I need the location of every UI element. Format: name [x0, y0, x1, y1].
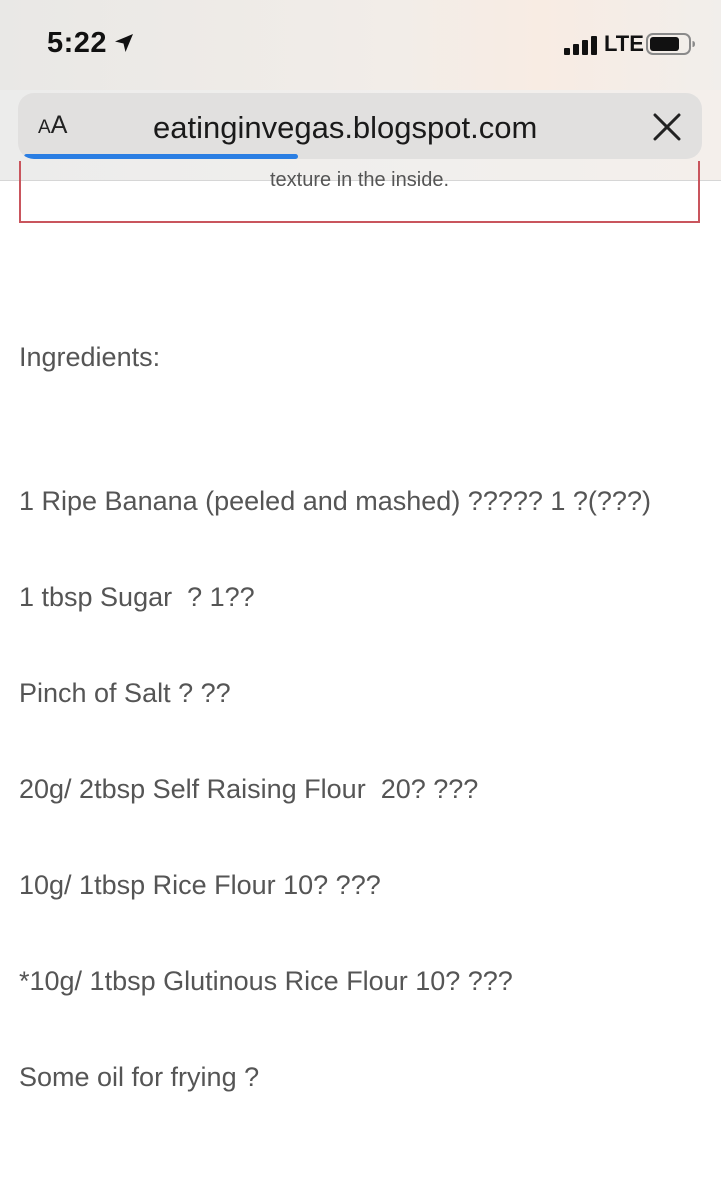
- previous-section-box: texture in the inside.: [19, 161, 700, 223]
- close-icon[interactable]: [652, 112, 682, 142]
- ingredients-heading: Ingredients:: [19, 342, 161, 372]
- ingredient-item: 1 Ripe Banana (peeled and mashed) ????? …: [19, 486, 651, 516]
- status-bar: 5:22 LTE: [0, 0, 721, 90]
- page-load-progress-fill: [24, 154, 298, 159]
- ingredient-item: Some oil for frying ?: [19, 1062, 260, 1092]
- ingredient-item: Pinch of Salt ? ??: [19, 678, 231, 708]
- cellular-signal-icon: [564, 36, 597, 55]
- text-size-button[interactable]: AA: [38, 113, 67, 138]
- location-arrow-icon: [115, 34, 133, 52]
- text-size-large-a: A: [50, 111, 68, 139]
- ingredient-item: 10g/ 1tbsp Rice Flour 10? ???: [19, 870, 381, 900]
- battery-icon: [646, 33, 695, 55]
- ingredient-item: *10g/ 1tbsp Glutinous Rice Flour 10? ???: [19, 966, 513, 996]
- address-bar[interactable]: AA eatinginvegas.blogspot.com: [18, 93, 702, 159]
- page-load-progress: [18, 154, 702, 159]
- url-text[interactable]: eatinginvegas.blogspot.com: [153, 110, 537, 146]
- page-content: texture in the inside. Ingredients: 1 Ri…: [0, 161, 721, 1200]
- network-type: LTE: [604, 31, 644, 56]
- ingredient-item: 1 tbsp Sugar ? 1??: [19, 582, 255, 612]
- ingredient-item: 20g/ 2tbsp Self Raising Flour 20? ???: [19, 774, 479, 804]
- text-size-small-a: A: [38, 117, 51, 138]
- status-time: 5:22: [47, 27, 108, 59]
- previous-section-text: texture in the inside.: [270, 169, 449, 191]
